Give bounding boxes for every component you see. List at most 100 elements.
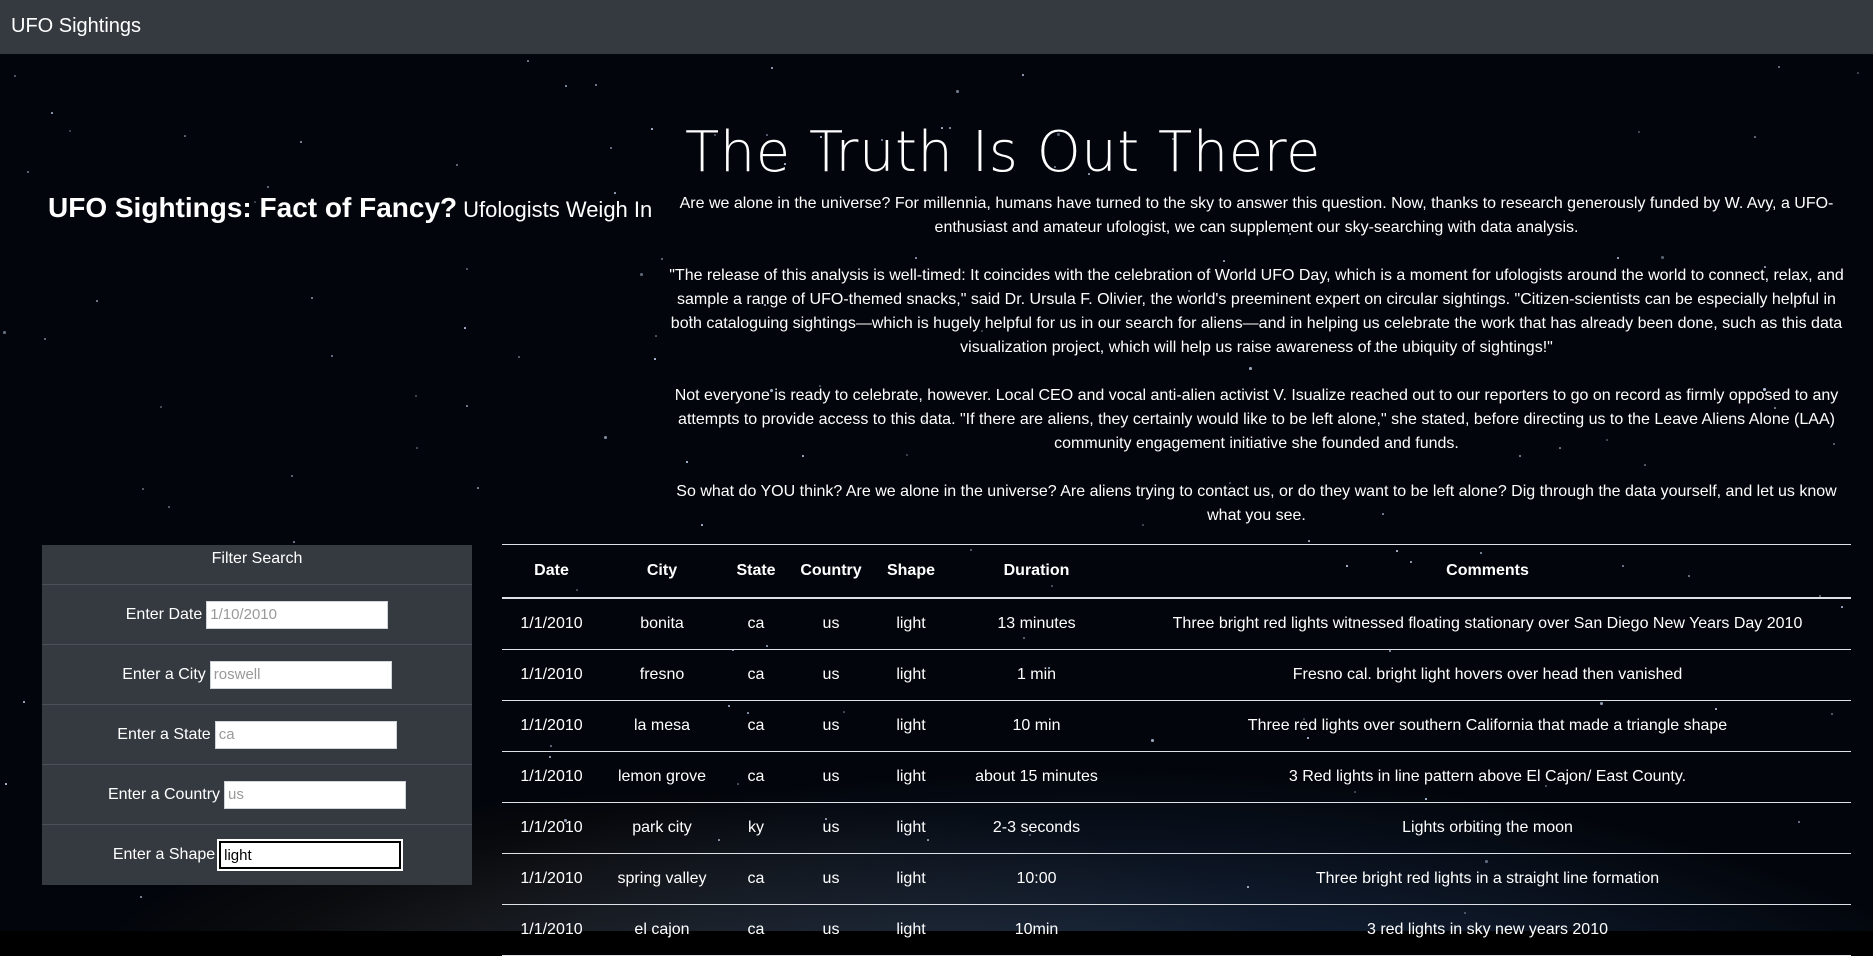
star-dot <box>416 447 418 449</box>
shape-cell: light <box>873 802 949 854</box>
comments-cell: 3 Red lights in line pattern above El Ca… <box>1124 751 1851 803</box>
city-cell: lemon grove <box>601 751 723 803</box>
comments-cell: Three red lights over southern Californi… <box>1124 700 1851 752</box>
state-cell: ky <box>723 802 789 854</box>
table-row: 1/1/2010 la mesa ca us light 10 min Three red … <box>502 700 1851 752</box>
column-header-comments: Comments <box>1124 544 1851 599</box>
intro-article: Are we alone in the universe? For millen… <box>660 192 1853 552</box>
comments-cell: 3 red lights in sky new years 2010 <box>1124 904 1851 956</box>
star-dot <box>140 896 142 898</box>
city-cell: spring valley <box>601 853 723 905</box>
star-dot <box>604 436 607 439</box>
table-row: 1/1/2010 el cajon ca us light 10min 3 red ligh… <box>502 904 1851 956</box>
filter-row-shape: Enter a Shape <box>42 825 472 885</box>
state-cell: ca <box>723 649 789 701</box>
star-dot <box>69 130 71 132</box>
country-input[interactable] <box>224 780 407 809</box>
column-header-shape: Shape <box>873 544 949 599</box>
star-dot <box>291 475 293 477</box>
star-dot <box>518 356 520 358</box>
duration-cell: 2-3 seconds <box>949 802 1124 854</box>
city-label: Enter a City <box>122 665 206 683</box>
shape-cell: light <box>873 649 949 701</box>
state-cell: ca <box>723 904 789 956</box>
table-row: 1/1/2010 park city ky us light 2-3 seconds Lig… <box>502 802 1851 854</box>
star-dot <box>466 268 468 270</box>
shape-cell: light <box>873 751 949 803</box>
state-cell: ca <box>723 700 789 752</box>
shape-cell: light <box>873 853 949 905</box>
column-header-country: Country <box>789 544 873 599</box>
city-cell: la mesa <box>601 700 723 752</box>
star-dot <box>565 85 567 87</box>
intro-paragraph: So what do YOU think? Are we alone in th… <box>676 483 1837 524</box>
table-body: 1/1/2010 bonita ca us light 13 minutes Three b… <box>502 598 1851 956</box>
star-dot <box>44 338 46 340</box>
comments-cell: Three bright red lights witnessed floati… <box>1124 598 1851 650</box>
date-cell: 1/1/2010 <box>502 802 601 854</box>
star-dot <box>1754 136 1756 138</box>
star-dot <box>168 506 170 508</box>
sightings-table: Date City State Country Shape Duration C… <box>502 544 1851 956</box>
star-dot <box>655 335 657 337</box>
star-dot <box>654 358 656 360</box>
table-row: 1/1/2010 lemon grove ca us light about 15 min… <box>502 751 1851 803</box>
star-dot <box>651 128 653 130</box>
star-dot <box>527 60 529 62</box>
star-dot <box>456 164 458 166</box>
star-dot <box>51 112 53 114</box>
star-dot <box>1638 131 1640 133</box>
filter-row-city: Enter a City <box>42 645 472 705</box>
filter-row-country: Enter a Country <box>42 765 472 825</box>
star-dot <box>466 405 468 407</box>
state-label: Enter a State <box>117 725 211 743</box>
duration-cell: 10min <box>949 904 1124 956</box>
intro-paragraph: Not everyone is ready to celebrate, howe… <box>674 387 1839 452</box>
shape-cell: light <box>873 700 949 752</box>
star-dot <box>14 75 16 77</box>
sub-heading-small: Ufologists Weigh In <box>463 197 653 222</box>
shape-cell: light <box>873 598 949 650</box>
country-cell: us <box>789 802 873 854</box>
filter-panel: Filter Search Enter Date Enter a City En… <box>42 545 472 885</box>
star-dot <box>96 300 98 302</box>
date-cell: 1/1/2010 <box>502 853 601 905</box>
duration-cell: 10 min <box>949 700 1124 752</box>
country-cell: us <box>789 649 873 701</box>
country-cell: us <box>789 853 873 905</box>
star-dot <box>267 186 269 188</box>
star-dot <box>331 355 333 357</box>
intro-paragraph: Are we alone in the universe? For millen… <box>679 195 1834 236</box>
star-dot <box>464 327 466 329</box>
date-cell: 1/1/2010 <box>502 751 601 803</box>
navbar-brand-link[interactable]: UFO Sightings <box>11 15 141 38</box>
filter-title: Filter Search <box>42 545 472 585</box>
state-cell: ca <box>723 751 789 803</box>
table-row: 1/1/2010 fresno ca us light 1 min Fresno cal. … <box>502 649 1851 701</box>
star-dot <box>300 141 302 143</box>
city-input[interactable] <box>209 660 392 689</box>
date-cell: 1/1/2010 <box>502 904 601 956</box>
star-dot <box>23 701 25 703</box>
star-dot <box>771 67 773 69</box>
table-row: 1/1/2010 spring valley ca us light 10:00 Three… <box>502 853 1851 905</box>
shape-cell: light <box>873 904 949 956</box>
state-input[interactable] <box>214 720 397 749</box>
date-input[interactable] <box>206 600 389 629</box>
date-label: Enter Date <box>125 605 203 623</box>
star-dot <box>160 406 162 408</box>
country-cell: us <box>789 904 873 956</box>
shape-label: Enter a Shape <box>112 846 216 863</box>
city-cell: park city <box>601 802 723 854</box>
shape-input[interactable] <box>217 839 404 871</box>
country-cell: us <box>789 598 873 650</box>
city-cell: el cajon <box>601 904 723 956</box>
comments-cell: Three bright red lights in a straight li… <box>1124 853 1851 905</box>
filter-row-date: Enter Date <box>42 585 472 645</box>
star-dot <box>610 147 612 149</box>
star-dot <box>3 331 6 334</box>
star-dot <box>142 488 144 490</box>
star-dot <box>415 395 417 397</box>
comments-cell: Lights orbiting the moon <box>1124 802 1851 854</box>
country-cell: us <box>789 700 873 752</box>
